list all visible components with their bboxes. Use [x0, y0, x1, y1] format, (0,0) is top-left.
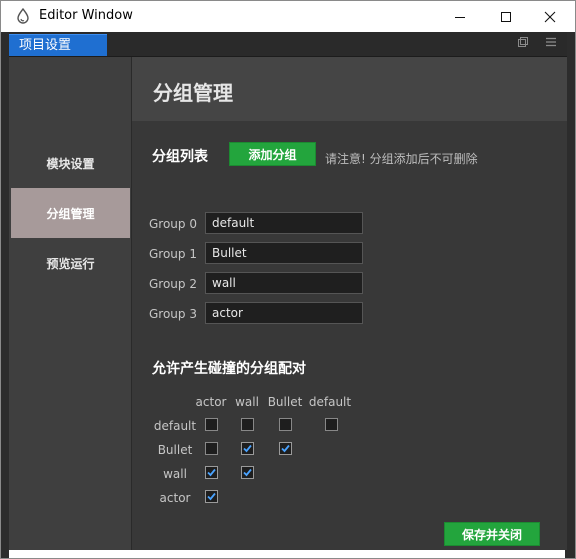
save-and-close-button[interactable]: 保存并关闭	[444, 522, 540, 546]
group-label-3: Group 3	[149, 307, 197, 321]
matrix-row-default: default	[153, 419, 197, 433]
project-settings-panel: 项目设置 模块设置 分组管理 预览运行 分组管理 分组列表 添加分组 请注意! …	[9, 32, 567, 550]
group-label-0: Group 0	[149, 217, 197, 231]
popout-icon[interactable]	[517, 36, 529, 48]
sidebar-item-module-settings[interactable]: 模块设置	[11, 138, 130, 188]
group-management-content: 分组管理 分组列表 添加分组 请注意! 分组添加后不可删除 Group 0 Gr…	[132, 57, 567, 550]
collision-checkbox-wall-actor[interactable]	[205, 466, 218, 479]
close-button[interactable]	[527, 1, 573, 32]
settings-sidebar: 模块设置 分组管理 预览运行	[9, 57, 132, 550]
window-title: Editor Window	[39, 8, 133, 23]
collision-checkbox-bullet-actor[interactable]	[205, 442, 218, 455]
page-header: 分组管理	[132, 57, 567, 121]
maximize-icon	[501, 11, 511, 22]
matrix-row-actor: actor	[159, 491, 191, 505]
app-logo-icon	[17, 8, 29, 24]
collision-checkbox-wall-wall[interactable]	[241, 466, 254, 479]
tab-tools	[517, 36, 557, 48]
collision-checkbox-actor-actor[interactable]	[205, 490, 218, 503]
matrix-row-bullet: Bullet	[157, 443, 193, 457]
collision-checkbox-default-default[interactable]	[325, 418, 338, 431]
sidebar-item-preview-run[interactable]: 预览运行	[11, 238, 130, 288]
minimize-button[interactable]	[437, 1, 483, 32]
title-bar[interactable]: Editor Window	[1, 1, 575, 32]
group-field-3[interactable]	[205, 302, 363, 324]
group-field-0[interactable]	[205, 212, 363, 234]
group-label-1: Group 1	[149, 247, 197, 261]
tab-bar: 项目设置	[9, 32, 567, 57]
collision-checkbox-default-wall[interactable]	[241, 418, 254, 431]
checkmark-icon	[281, 444, 290, 453]
sidebar-item-group-management[interactable]: 分组管理	[11, 188, 130, 238]
collision-checkbox-default-bullet[interactable]	[279, 418, 292, 431]
group-note: 请注意! 分组添加后不可删除	[325, 152, 478, 166]
checkmark-icon	[207, 468, 216, 477]
minimize-icon	[455, 16, 465, 18]
collision-pairs-title: 允许产生碰撞的分组配对	[152, 361, 306, 377]
maximize-button[interactable]	[483, 1, 529, 32]
collision-checkbox-default-actor[interactable]	[205, 418, 218, 431]
tab-project-settings[interactable]: 项目设置	[9, 34, 107, 56]
add-group-button[interactable]: 添加分组	[229, 142, 316, 166]
background-panel-left	[1, 32, 9, 558]
checkmark-icon	[243, 444, 252, 453]
group-label-2: Group 2	[149, 277, 197, 291]
collision-checkbox-bullet-wall[interactable]	[241, 442, 254, 455]
group-field-2[interactable]	[205, 272, 363, 294]
group-field-1[interactable]	[205, 242, 363, 264]
close-icon	[544, 11, 556, 22]
matrix-row-wall: wall	[163, 467, 187, 481]
checkmark-icon	[243, 468, 252, 477]
matrix-col-default: default	[308, 395, 352, 409]
group-list-title: 分组列表	[152, 149, 208, 165]
collision-checkbox-bullet-bullet[interactable]	[279, 442, 292, 455]
menu-icon[interactable]	[545, 36, 557, 48]
editor-window: Editor Window 项目设置 模块设置 分组管理 预览运行 分组管理 分…	[0, 0, 576, 559]
checkmark-icon	[207, 492, 216, 501]
page-title: 分组管理	[153, 81, 233, 105]
